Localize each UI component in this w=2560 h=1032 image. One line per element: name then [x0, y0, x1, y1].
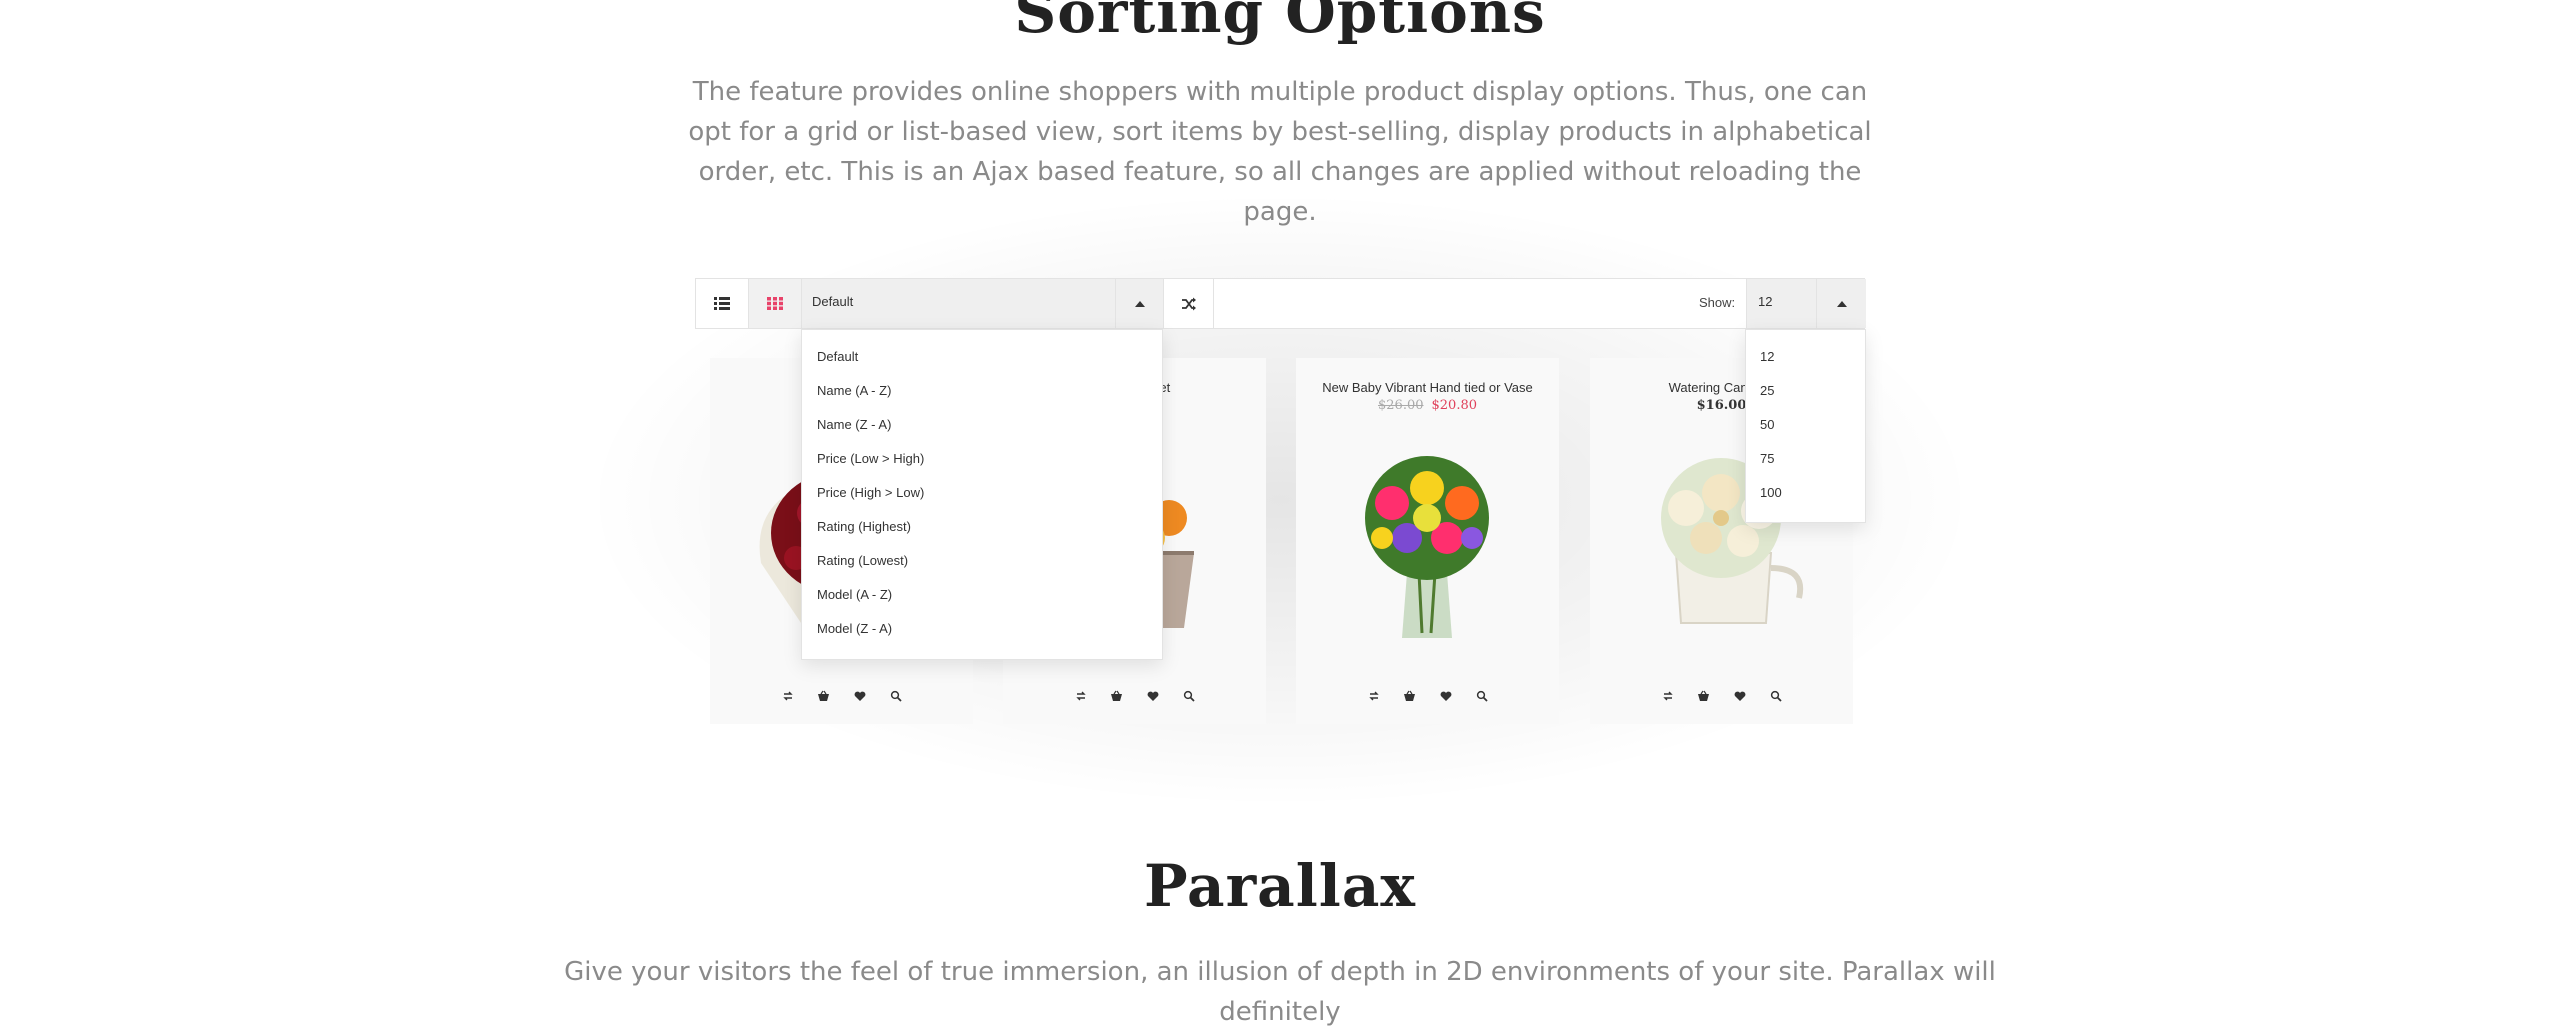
cart-icon[interactable]: [1696, 688, 1712, 704]
show-label: Show:: [1699, 295, 1736, 310]
compare-icon[interactable]: [1366, 688, 1382, 704]
sort-option[interactable]: Model (A - Z): [802, 578, 1162, 612]
sort-options-dropdown: Default Name (A - Z) Name (Z - A) Price …: [801, 329, 1163, 660]
quickview-icon[interactable]: [888, 688, 904, 704]
parallax-description: Give your visitors the feel of true imme…: [564, 957, 1996, 1027]
sort-select[interactable]: Default: [802, 279, 1164, 328]
sort-option[interactable]: Price (High > Low): [802, 476, 1162, 510]
quickview-icon[interactable]: [1474, 688, 1490, 704]
list-view-icon: [714, 297, 730, 310]
show-dropdown-toggle[interactable]: [1816, 279, 1866, 328]
show-option[interactable]: 12: [1746, 340, 1865, 374]
sort-option[interactable]: Rating (Lowest): [802, 544, 1162, 578]
parallax-title: Parallax: [1143, 852, 1416, 920]
show-options-dropdown: 12 25 50 75 100: [1745, 329, 1866, 523]
compare-icon[interactable]: [1073, 688, 1089, 704]
show-option[interactable]: 75: [1746, 442, 1865, 476]
chevron-up-icon: [1134, 300, 1145, 307]
sort-option[interactable]: Name (Z - A): [802, 408, 1162, 442]
sort-option[interactable]: Model (Z - A): [802, 612, 1162, 646]
show-option[interactable]: 100: [1746, 476, 1865, 510]
cart-icon[interactable]: [1109, 688, 1125, 704]
product-price: $26.00 $20.80: [1378, 398, 1477, 413]
sort-option[interactable]: Price (Low > High): [802, 442, 1162, 476]
wishlist-icon[interactable]: [1438, 688, 1454, 704]
list-view-button[interactable]: [696, 279, 749, 328]
product-image[interactable]: [1327, 443, 1527, 643]
quickview-icon[interactable]: [1181, 688, 1197, 704]
sorting-title: Sorting Options: [1014, 0, 1546, 46]
wishlist-icon[interactable]: [1732, 688, 1748, 704]
chevron-up-icon: [1836, 300, 1847, 307]
shuffle-icon: [1181, 297, 1196, 310]
product-name[interactable]: New Baby Vibrant Hand tied or Vase: [1296, 380, 1559, 395]
sort-dropdown-toggle[interactable]: [1115, 279, 1163, 328]
product-toolbar: Default Show: 12: [695, 278, 1866, 329]
compare-icon[interactable]: [1660, 688, 1676, 704]
sort-option[interactable]: Name (A - Z): [802, 374, 1162, 408]
grid-view-button[interactable]: [749, 279, 802, 328]
product-card[interactable]: New Baby Vibrant Hand tied or Vase $26.0…: [1296, 358, 1559, 724]
cart-icon[interactable]: [1402, 688, 1418, 704]
show-limit-select[interactable]: 12: [1746, 279, 1866, 328]
show-selected-value: 12: [1758, 294, 1773, 309]
quickview-icon[interactable]: [1768, 688, 1784, 704]
cart-icon[interactable]: [816, 688, 832, 704]
sort-option[interactable]: Rating (Highest): [802, 510, 1162, 544]
random-sort-button[interactable]: [1164, 279, 1214, 328]
show-option[interactable]: 50: [1746, 408, 1865, 442]
wishlist-icon[interactable]: [852, 688, 868, 704]
compare-icon[interactable]: [780, 688, 796, 704]
sort-selected-value: Default: [812, 294, 854, 309]
sort-option[interactable]: Default: [802, 340, 1162, 374]
wishlist-icon[interactable]: [1145, 688, 1161, 704]
show-option[interactable]: 25: [1746, 374, 1865, 408]
grid-view-icon: [767, 297, 783, 310]
